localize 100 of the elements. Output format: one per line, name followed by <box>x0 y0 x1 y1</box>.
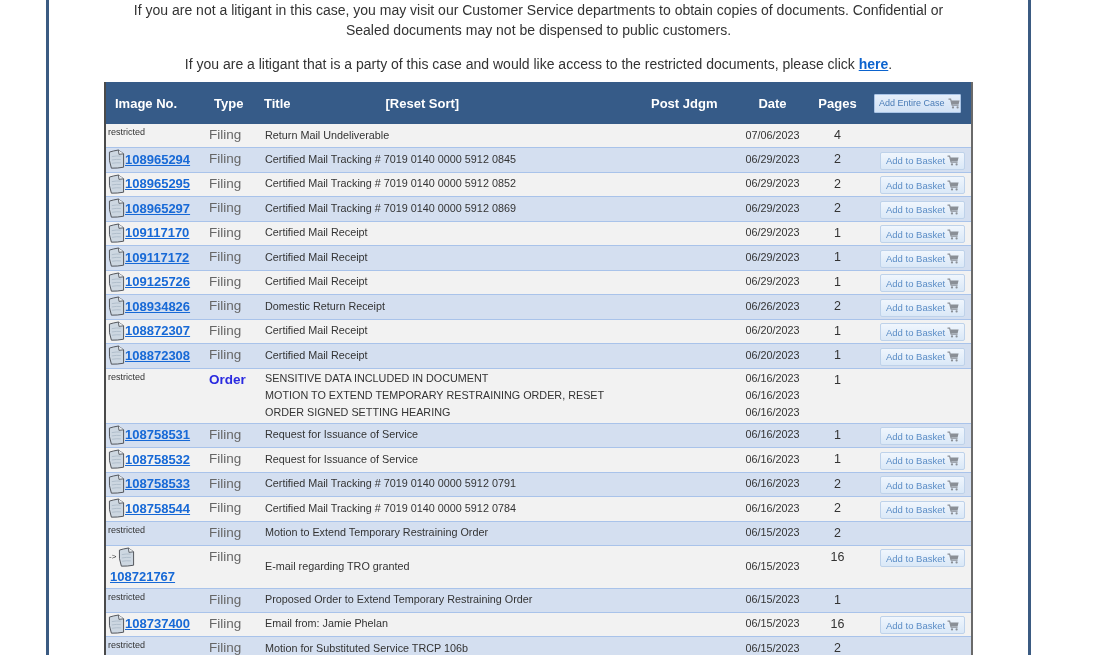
document-title: SENSITIVE DATA INCLUDED IN DOCUMENT <box>265 370 489 386</box>
add-entire-case-button[interactable]: Add Entire Case <box>874 93 961 113</box>
filing-date: 06/29/2023 <box>745 249 800 265</box>
document-title: Request for Issuance of Service <box>265 451 419 467</box>
filing-date: 06/16/2023 <box>745 427 800 443</box>
document-type: Filing <box>209 499 242 517</box>
document-type: Filing <box>209 639 242 655</box>
document-type: Filing <box>209 150 242 168</box>
restricted-label: restricted <box>108 126 146 138</box>
page-count: 2 <box>834 500 841 517</box>
filing-date: 06/15/2023 <box>745 592 800 607</box>
cart-icon <box>947 179 959 191</box>
restricted-label: restricted <box>108 523 146 536</box>
cart-icon <box>947 277 959 289</box>
filing-date: 06/29/2023 <box>745 225 800 241</box>
add-to-basket-button[interactable]: Add to Basket <box>880 347 965 366</box>
image-number-link[interactable]: 108758544 <box>125 500 191 516</box>
page-count: 1 <box>834 249 841 266</box>
page-count: 2 <box>834 298 841 315</box>
document-icon <box>108 149 125 169</box>
restricted-label: restricted <box>108 639 146 651</box>
image-number-link[interactable]: 108872307 <box>125 323 191 338</box>
image-number-link[interactable]: 109125726 <box>125 274 191 289</box>
document-type: Filing <box>209 126 242 144</box>
document-type: Filing <box>209 614 242 633</box>
document-icon <box>108 198 125 218</box>
filing-date: 07/06/2023 <box>745 127 800 143</box>
page-count: 1 <box>834 451 841 468</box>
page-count: 2 <box>834 200 841 217</box>
filing-date: 06/29/2023 <box>745 176 800 192</box>
document-title: Certified Mail Receipt <box>265 323 368 339</box>
column-header: Date <box>758 95 787 111</box>
document-title: ORDER SIGNED SETTING HEARING <box>265 404 451 420</box>
filing-date: 06/29/2023 <box>745 151 800 167</box>
image-number-link[interactable]: 108965294 <box>125 151 191 167</box>
document-type: Filing <box>209 425 242 444</box>
image-number-link[interactable]: 108965295 <box>125 176 191 191</box>
here-link[interactable]: here <box>858 56 889 72</box>
document-title: Proposed Order to Extend Temporary Restraining Order <box>265 592 533 607</box>
cart-icon <box>947 326 959 338</box>
image-number-link[interactable]: 109117170 <box>125 225 190 240</box>
cart-icon <box>947 97 960 109</box>
cart-icon <box>947 455 959 466</box>
page-count: 2 <box>834 524 841 542</box>
filing-date: 06/29/2023 <box>745 200 800 216</box>
image-number-link[interactable]: 108965297 <box>125 200 191 216</box>
add-to-basket-button[interactable]: Add to Basket <box>880 274 965 292</box>
document-type: Order <box>209 370 246 389</box>
reset-sort-link[interactable]: [Reset Sort] <box>385 95 460 111</box>
add-to-basket-button[interactable]: Add to Basket <box>880 249 965 268</box>
add-to-basket-button[interactable]: Add to Basket <box>880 549 965 567</box>
add-to-basket-button[interactable]: Add to Basket <box>880 225 965 243</box>
document-icon <box>108 296 125 316</box>
document-icon <box>108 424 125 445</box>
page-count: 1 <box>834 224 841 242</box>
add-to-basket-button[interactable]: Add to Basket <box>880 151 965 170</box>
filing-date: 06/29/2023 <box>745 274 800 290</box>
document-type: Filing <box>209 450 242 468</box>
page-count: 4 <box>834 127 841 144</box>
image-number-link[interactable]: 108737400 <box>125 616 191 631</box>
notice-text: If you are not a litigant in this case, you may visit our Customer Service departments to obtain copies of documents. Confidential or Sealed documents may not be dispensed to public customers. <box>132 1 945 40</box>
page-count: 2 <box>834 475 841 493</box>
add-to-basket-button[interactable]: Add to Basket <box>880 616 965 634</box>
cart-icon <box>947 351 959 362</box>
page-count: 1 <box>834 322 841 340</box>
cart-icon <box>947 552 959 564</box>
column-header: Pages <box>818 95 857 111</box>
add-to-basket-button[interactable]: Add to Basket <box>880 200 965 219</box>
image-number-link[interactable]: 108872308 <box>125 347 191 363</box>
document-title: Certified Mail Receipt <box>265 249 368 265</box>
filing-date: 06/16/2023 <box>745 500 800 516</box>
add-to-basket-button[interactable]: Add to Basket <box>880 176 965 194</box>
image-number-link[interactable]: 108758533 <box>125 476 191 491</box>
document-title: Return Mail Undeliverable <box>265 127 390 143</box>
document-title: Email from: Jamie Phelan <box>265 616 388 632</box>
add-to-basket-button[interactable]: Add to Basket <box>880 451 965 470</box>
image-number-link[interactable]: 108721767 <box>110 568 176 584</box>
column-header: Title <box>264 95 291 111</box>
filing-date: 06/20/2023 <box>745 323 800 339</box>
cart-icon <box>947 155 959 166</box>
filing-date: 06/26/2023 <box>745 298 800 314</box>
image-number-link[interactable]: 108758531 <box>125 427 191 442</box>
document-title: Certified Mail Tracking # 7019 0140 0000 5912 0852 <box>265 176 516 192</box>
add-to-basket-button[interactable]: Add to Basket <box>880 427 965 445</box>
image-number-link[interactable]: 108758532 <box>125 451 191 467</box>
document-type: Filing <box>209 174 242 193</box>
filing-date: 06/15/2023 <box>745 640 800 655</box>
column-header: Post Jdgm <box>651 95 718 111</box>
page-count: 1 <box>834 426 841 444</box>
image-number-link[interactable]: 108934826 <box>125 298 191 314</box>
add-to-basket-button[interactable]: Add to Basket <box>880 323 965 341</box>
restricted-label: restricted <box>108 370 146 383</box>
add-to-basket-button[interactable]: Add to Basket <box>880 476 965 494</box>
add-to-basket-button[interactable]: Add to Basket <box>880 298 965 317</box>
add-to-basket-button[interactable]: Add to Basket <box>880 500 965 519</box>
filing-date: 06/16/2023 <box>745 451 800 467</box>
page-count: 2 <box>834 151 841 168</box>
image-number-link[interactable]: 109117172 <box>125 249 190 265</box>
page-count: 1 <box>834 371 841 389</box>
cart-icon <box>947 430 959 442</box>
